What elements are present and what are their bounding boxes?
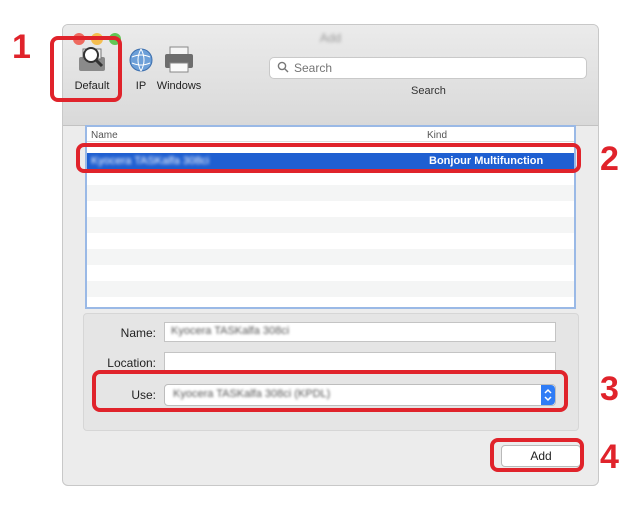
callout-box-default-tab (50, 36, 122, 102)
callout-box-use-select (92, 370, 568, 412)
column-header-kind[interactable]: Kind (427, 130, 447, 141)
empty-row (87, 217, 574, 233)
empty-row (87, 281, 574, 297)
callout-number-3: 3 (600, 370, 619, 408)
tab-windows-label: Windows (156, 80, 202, 92)
printer-icon (165, 46, 193, 73)
name-label: Name: (120, 326, 156, 340)
add-printer-window: Add Default IP Windows Search Search Nam… (62, 24, 599, 486)
tab-windows[interactable]: Windows (151, 45, 207, 92)
callout-number-2: 2 (600, 140, 619, 178)
list-header: Name Kind (87, 127, 574, 142)
callout-number-1: 1 (12, 28, 31, 66)
empty-row (87, 185, 574, 201)
column-header-name[interactable]: Name (91, 130, 118, 141)
search-field[interactable] (269, 57, 587, 79)
search-label: Search (411, 85, 446, 97)
window-title: Add (319, 31, 342, 45)
search-input[interactable] (292, 59, 576, 77)
name-value: Kyocera TASKalfa 308ci (171, 325, 290, 337)
location-field[interactable] (164, 352, 556, 372)
toolbar: Add Default IP Windows Search Search (63, 25, 598, 126)
empty-row (87, 249, 574, 265)
callout-box-add-button (490, 438, 584, 472)
name-field[interactable]: Kyocera TASKalfa 308ci (164, 322, 556, 342)
callout-number-4: 4 (600, 438, 619, 476)
tab-ip-label: IP (135, 80, 147, 92)
location-label: Location: (107, 356, 156, 370)
search-icon (277, 61, 289, 73)
callout-box-printer-row (76, 143, 581, 173)
